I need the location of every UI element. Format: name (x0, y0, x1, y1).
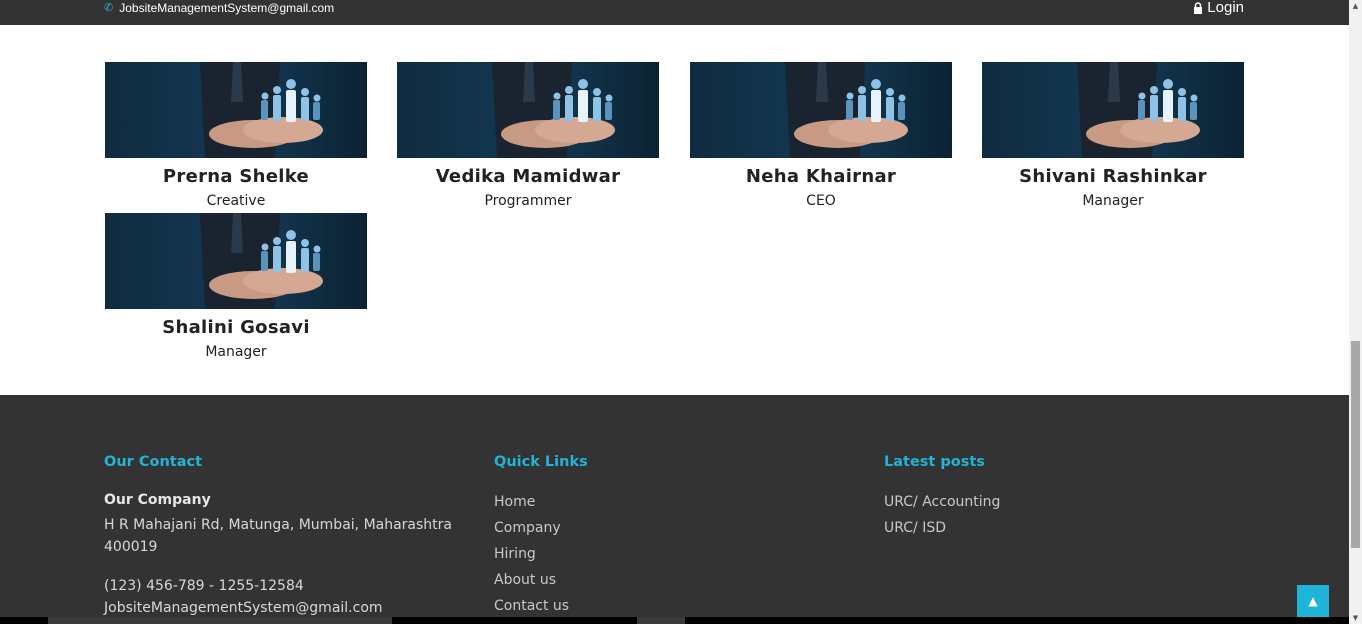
company-address: H R Mahajani Rd, Matunga, Mumbai, Mahara… (104, 517, 453, 555)
member-role: Manager (1082, 193, 1144, 209)
chevron-up-icon: ▲ (1308, 594, 1318, 608)
team-photo (982, 62, 1244, 158)
link-about-us[interactable]: About us (494, 572, 556, 588)
team-card: Shalini Gosavi Manager (105, 213, 367, 361)
post-link[interactable]: URC/ Accounting (884, 494, 1000, 510)
team-card: Prerna Shelke Creative (105, 62, 367, 210)
member-role: CEO (806, 193, 836, 209)
taskbar (0, 617, 1349, 624)
company-phone: (123) 456-789 - 1255-12584 (104, 578, 304, 594)
taskbar-segment (48, 617, 392, 624)
member-role: Manager (205, 344, 267, 360)
team-photo (105, 62, 367, 158)
back-to-top-button[interactable]: ▲ (1297, 585, 1329, 617)
member-name: Prerna Shelke (162, 166, 310, 187)
lock-icon (1194, 2, 1203, 14)
team-photo (690, 62, 952, 158)
member-role: Programmer (484, 193, 572, 209)
post-link[interactable]: URC/ ISD (884, 520, 946, 536)
vertical-scrollbar[interactable]: ▲ ▼ (1349, 0, 1362, 624)
member-name: Vedika Mamidwar (435, 166, 621, 187)
link-hiring[interactable]: Hiring (494, 546, 536, 562)
member-role: Creative (206, 193, 266, 209)
team-photo (397, 62, 659, 158)
team-card: Shivani Rashinkar Manager (982, 62, 1244, 210)
scrollbar-thumb[interactable] (1351, 341, 1360, 548)
contact-heading: Our Contact (104, 454, 203, 470)
login-label: Login (1207, 0, 1244, 16)
member-name: Shalini Gosavi (162, 317, 310, 338)
company-email[interactable]: JobsiteManagementSystem@gmail.com (104, 600, 383, 616)
scroll-down-arrow-icon[interactable]: ▼ (1349, 612, 1362, 624)
scroll-up-arrow-icon[interactable]: ▲ (1349, 0, 1362, 12)
member-name: Shivani Rashinkar (1019, 166, 1207, 187)
team-photo (105, 213, 367, 309)
taskbar-segment (637, 617, 685, 624)
phone-icon: ✆ (104, 2, 114, 14)
topbar-email[interactable]: JobsiteManagementSystem@gmail.com (119, 0, 334, 16)
link-company[interactable]: Company (494, 520, 561, 536)
link-home[interactable]: Home (494, 494, 535, 510)
footer: Our Contact Our Company H R Mahajani Rd,… (0, 395, 1349, 624)
topbar-contact: ✆ JobsiteManagementSystem@gmail.com (104, 0, 334, 16)
latest-posts-heading: Latest posts (884, 454, 985, 470)
company-name: Our Company (104, 492, 211, 508)
login-link[interactable]: Login (1193, 0, 1244, 16)
team-card: Neha Khairnar CEO (690, 62, 952, 210)
member-name: Neha Khairnar (745, 166, 897, 187)
link-contact-us[interactable]: Contact us (494, 598, 569, 614)
quick-links-heading: Quick Links (494, 454, 588, 470)
top-bar: ✆ JobsiteManagementSystem@gmail.com Logi… (0, 0, 1349, 25)
team-card: Vedika Mamidwar Programmer (397, 62, 659, 210)
